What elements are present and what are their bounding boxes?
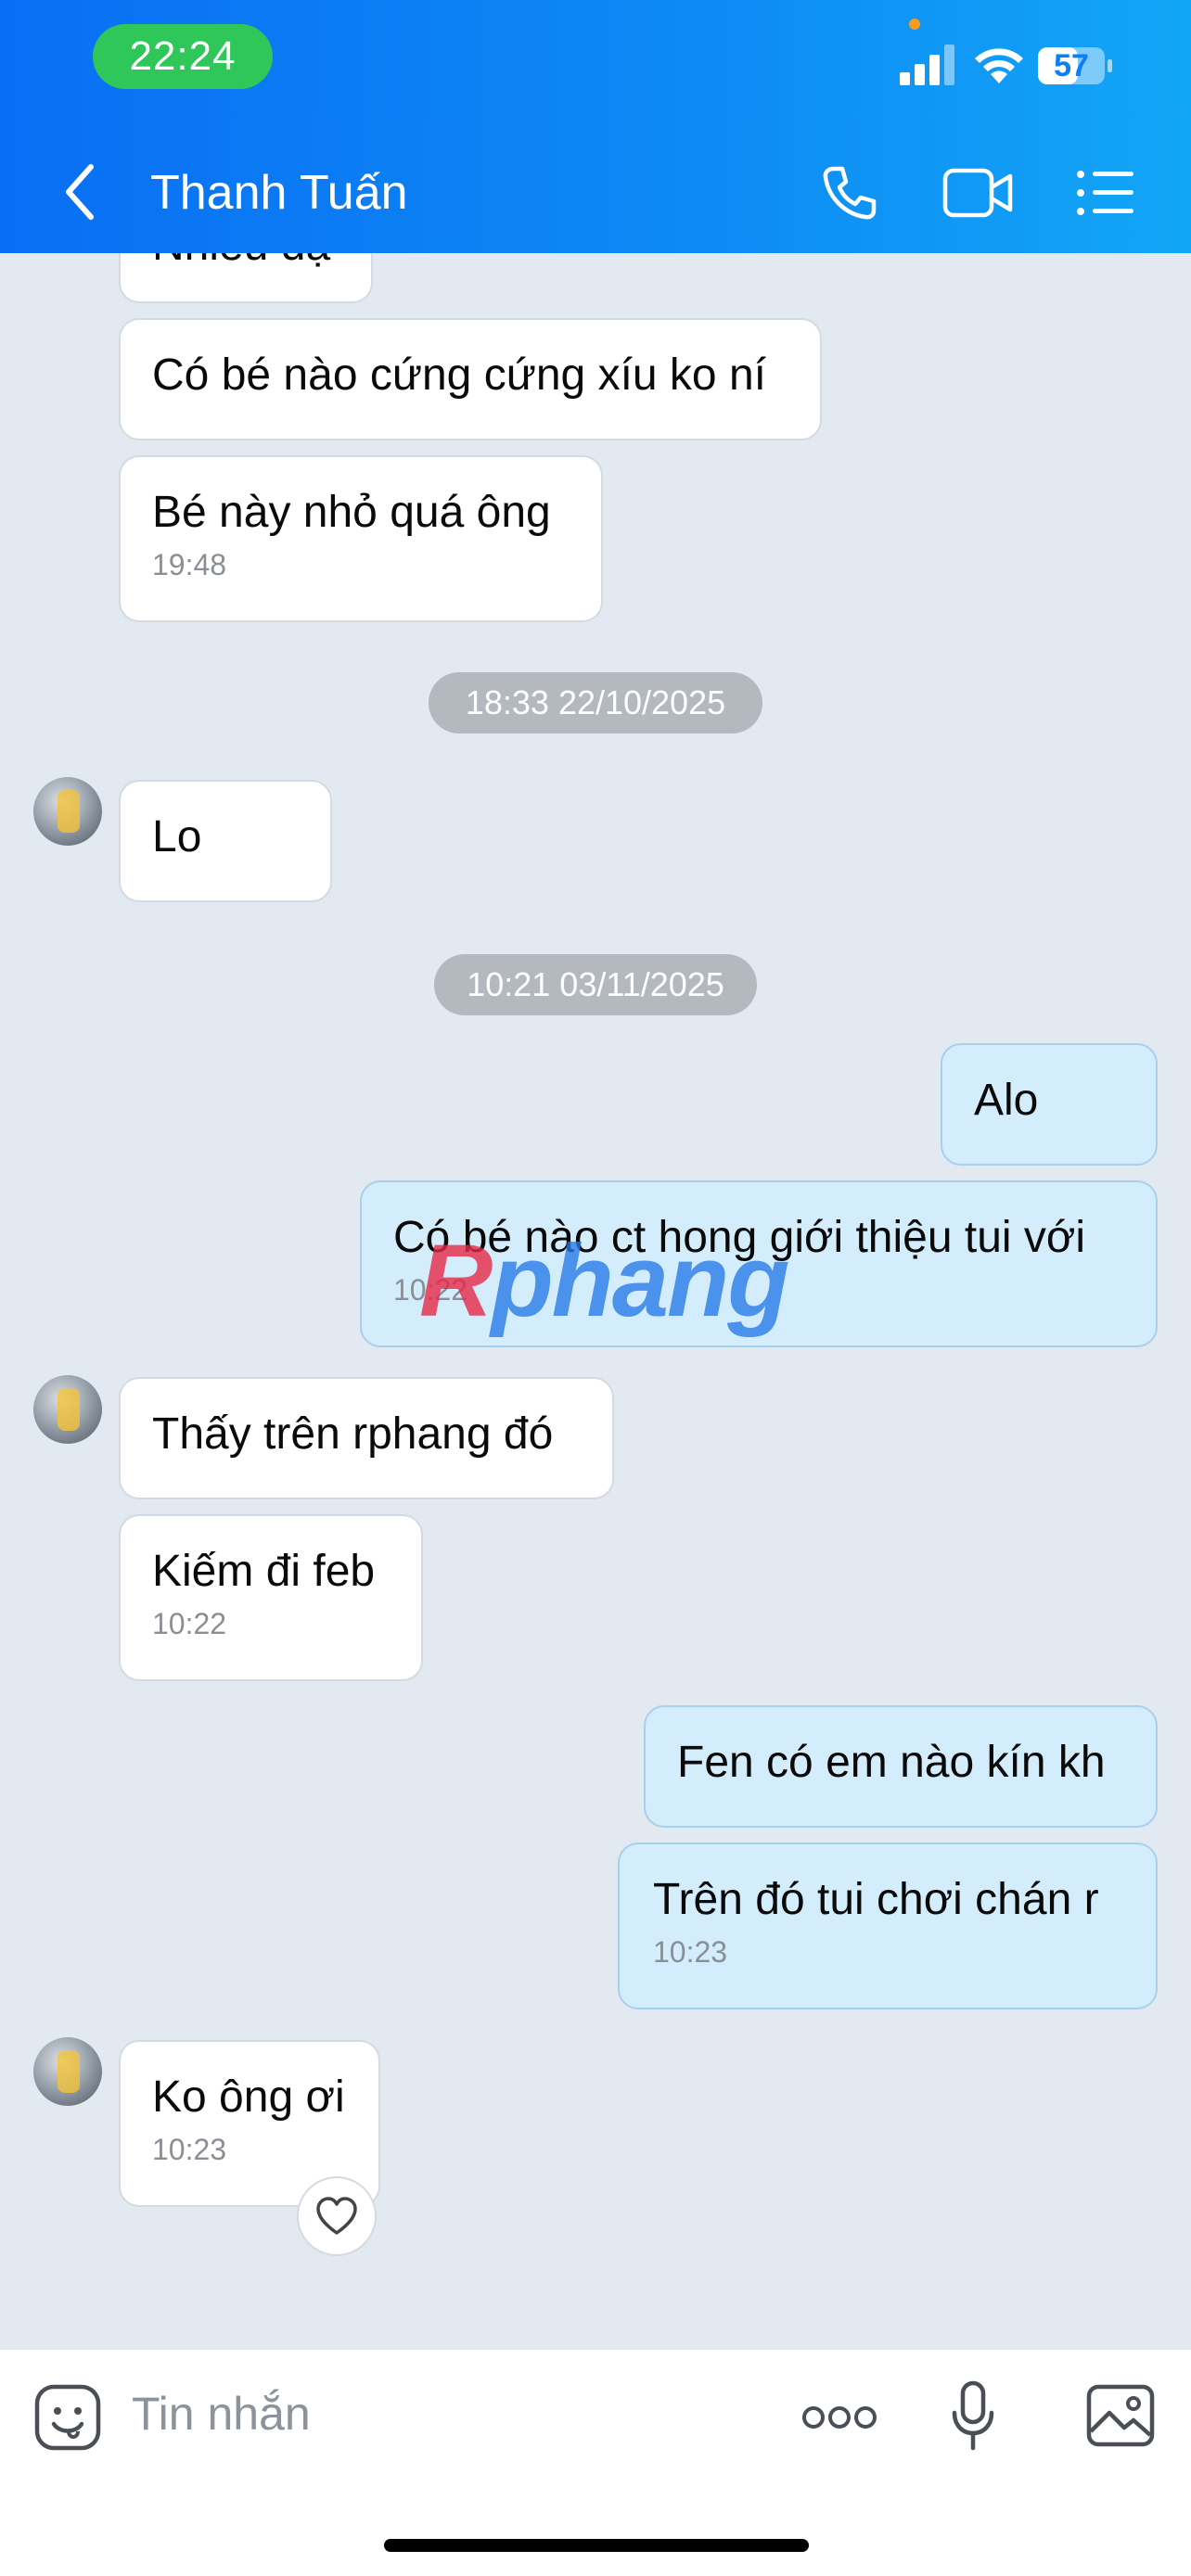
message-timestamp: 10:22 (152, 1607, 227, 1640)
watermark-letter: R (419, 1224, 493, 1338)
watermark-text: phang (491, 1224, 789, 1338)
message-text: Bé này nhỏ quá ông (152, 488, 551, 537)
message-input[interactable]: Tin nhắn (132, 2387, 311, 2441)
home-indicator (384, 2539, 809, 2552)
message-text: Ko ông ơi (152, 2072, 345, 2122)
watermark-logo: Rphang (419, 1222, 789, 1340)
date-separator: 18:33 22/10/2025 (429, 672, 762, 733)
privacy-indicator-dot (909, 19, 920, 30)
wifi-icon (975, 48, 1023, 83)
message-text: Có bé nào cứng cứng xíu ko ní (152, 351, 766, 400)
message-bubble-incoming[interactable]: Nhiều dạ (119, 253, 373, 303)
microphone-icon[interactable] (950, 2379, 996, 2454)
message-bubble-incoming[interactable]: Bé này nhỏ quá ông 19:48 (119, 455, 603, 622)
heart-icon (316, 2197, 357, 2235)
video-call-icon[interactable] (942, 167, 1015, 219)
menu-list-icon[interactable] (1076, 169, 1135, 217)
message-text: Thấy trên rphang đó (152, 1409, 554, 1459)
cellular-signal-icon (900, 45, 954, 85)
message-timestamp: 19:48 (152, 548, 227, 581)
contact-name[interactable]: Thanh Tuấn (150, 165, 408, 221)
more-options-icon[interactable] (801, 2402, 877, 2433)
image-gallery-icon[interactable] (1085, 2383, 1156, 2448)
date-separator: 10:21 03/11/2025 (434, 954, 757, 1015)
back-arrow-icon[interactable] (58, 159, 104, 224)
message-text: Lo (152, 812, 202, 861)
battery-level: 57 (1054, 47, 1089, 83)
message-text: Alo (974, 1076, 1039, 1125)
message-bubble-outgoing[interactable]: Fen có em nào kín kh (644, 1705, 1158, 1828)
message-text: Trên đó tui chơi chán r (653, 1875, 1099, 1924)
chat-header: 22:24 57 Thanh Tuấn (0, 0, 1191, 253)
message-bubble-incoming[interactable]: Lo (119, 780, 332, 902)
message-bubble-outgoing[interactable]: Trên đó tui chơi chán r 10:23 (618, 1843, 1158, 2009)
contact-avatar[interactable] (33, 777, 102, 846)
contact-avatar[interactable] (33, 1375, 102, 1444)
react-heart-button[interactable] (297, 2176, 377, 2256)
message-bubble-incoming[interactable]: Thấy trên rphang đó (119, 1377, 614, 1499)
message-timestamp: 10:23 (653, 1935, 728, 1969)
contact-avatar[interactable] (33, 2037, 102, 2106)
message-text: Nhiều dạ (152, 253, 339, 274)
sticker-emoji-icon[interactable] (33, 2383, 102, 2452)
message-bubble-incoming[interactable]: Kiếm đi feb 10:22 (119, 1514, 423, 1681)
phone-call-icon[interactable] (820, 163, 879, 223)
message-text: Kiếm đi feb (152, 1547, 376, 1596)
message-text: Fen có em nào kín kh (677, 1738, 1106, 1787)
message-bubble-incoming[interactable]: Có bé nào cứng cứng xíu ko ní (119, 318, 822, 440)
message-bubble-outgoing[interactable]: Alo (941, 1043, 1158, 1166)
message-timestamp: 10:23 (152, 2133, 227, 2166)
status-time: 22:24 (93, 24, 273, 89)
